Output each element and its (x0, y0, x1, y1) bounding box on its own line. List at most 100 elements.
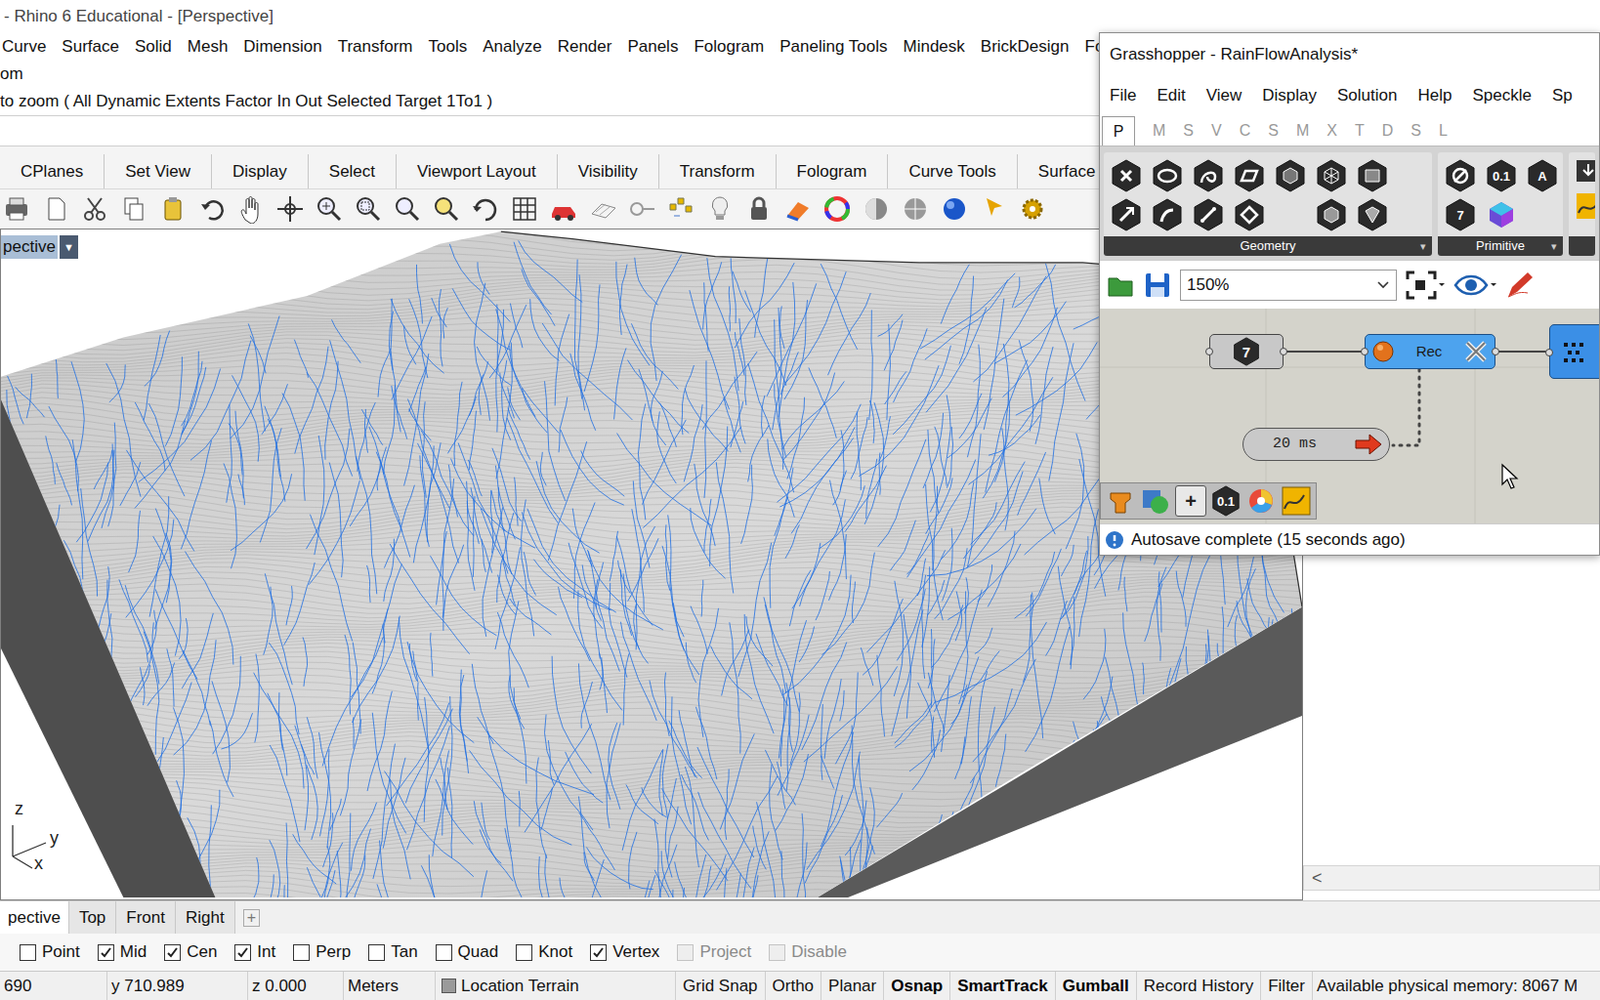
toolbar-tab[interactable]: Set View (104, 154, 212, 189)
output-port[interactable] (1279, 347, 1288, 356)
hand-icon[interactable] (236, 194, 266, 224)
gh-tab[interactable]: P (1101, 116, 1136, 146)
zoom-value[interactable]: 150% (1186, 272, 1229, 298)
circle-icon[interactable] (1150, 159, 1184, 193)
osnap-option[interactable]: Vertex (589, 939, 660, 966)
horizontal-scrollbar[interactable]: < (1303, 865, 1600, 891)
input-port[interactable] (1205, 347, 1214, 356)
gh-tab[interactable]: S (1410, 116, 1422, 146)
gh-tab[interactable]: S (1267, 116, 1279, 146)
timer-node[interactable]: 20 ms (1242, 427, 1390, 462)
paste-icon[interactable] (158, 194, 188, 224)
scissors-icon[interactable] (80, 194, 110, 224)
clear-x-icon[interactable] (1463, 338, 1489, 365)
gh-menu-item[interactable]: View (1206, 83, 1243, 109)
light-icon[interactable] (705, 194, 735, 224)
viewport-tab[interactable]: Top (69, 901, 117, 934)
menu-item[interactable]: Analyze (482, 34, 542, 60)
menu-item[interactable]: Panels (627, 34, 678, 60)
gh-menu-item[interactable]: Solution (1337, 83, 1397, 109)
layer-cell[interactable]: Location Terrain (435, 971, 676, 1000)
curve-icon[interactable] (1191, 159, 1225, 193)
timer-interval[interactable]: 20 ms (1272, 433, 1317, 457)
scroll-left-button[interactable]: < (1304, 869, 1331, 887)
menu-item[interactable]: BrickDesign (980, 34, 1070, 60)
graph-icon[interactable] (1280, 485, 1312, 517)
toolbar-tab[interactable]: Viewport Layout (396, 154, 558, 189)
osnap-option[interactable]: Perp (293, 939, 351, 966)
menu-item[interactable]: Tools (427, 34, 467, 60)
vector-icon[interactable] (1109, 198, 1143, 232)
arc-curve-icon[interactable] (1150, 198, 1184, 232)
gh-tab[interactable]: S (1182, 116, 1194, 146)
cone-icon[interactable] (1355, 198, 1390, 232)
blue-sphere-icon[interactable] (939, 194, 969, 224)
box-icon[interactable] (1273, 159, 1307, 193)
layer-name[interactable]: Location Terrain (461, 973, 580, 1000)
osnap-option[interactable]: Knot (515, 939, 573, 966)
gh-menu-item[interactable]: File (1109, 83, 1137, 109)
gh-tab[interactable]: V (1211, 116, 1222, 146)
color-wheel-icon[interactable] (822, 194, 852, 224)
menu-item[interactable]: Fologram (693, 34, 764, 60)
toolbar-tab[interactable]: Display (211, 154, 309, 189)
osnap-checkbox[interactable] (97, 944, 115, 962)
brep-icon[interactable] (1355, 159, 1390, 193)
gh-menu-item[interactable]: Edit (1156, 83, 1185, 109)
gh-menu-item[interactable]: Help (1417, 83, 1452, 109)
status-toggle[interactable]: SmartTrack (950, 971, 1056, 1000)
status-toggle[interactable]: Ortho (765, 971, 823, 1000)
colour-wheel-icon[interactable] (1245, 485, 1277, 517)
save-icon[interactable] (1142, 270, 1173, 300)
canvas-widget-button[interactable]: 0.1 (1210, 485, 1242, 517)
number-slider-node[interactable]: 7 (1209, 334, 1284, 370)
menu-item[interactable]: Mesh (187, 34, 229, 60)
preview-mesh-icon[interactable] (1139, 485, 1172, 517)
data-recorder-node[interactable] (1549, 324, 1600, 379)
osnap-checkbox[interactable] (293, 944, 310, 962)
status-toggle[interactable]: Planar (821, 971, 885, 1000)
layers-icon[interactable] (666, 194, 696, 224)
osnap-checkbox[interactable] (368, 944, 385, 962)
input-port[interactable] (1545, 348, 1554, 357)
number-value[interactable]: 7 (1242, 344, 1251, 360)
toolbar-tab[interactable]: Fologram (776, 154, 889, 189)
toolbar-tab[interactable]: Transform (659, 154, 777, 189)
render-sphere-icon[interactable] (900, 194, 930, 224)
gear-icon[interactable] (1017, 194, 1048, 224)
page-icon[interactable] (41, 194, 71, 224)
panel-expander[interactable]: ▾ (1551, 238, 1558, 255)
zoom-extents-icon[interactable] (1404, 269, 1446, 301)
lock-icon[interactable] (744, 194, 774, 224)
gh-menu-item[interactable]: Display (1262, 83, 1317, 109)
viewport-tab[interactable]: pective (0, 901, 70, 934)
primitive-panel-label[interactable]: Primitive▾ (1437, 236, 1563, 256)
menu-item[interactable]: Curve (1, 34, 46, 60)
osnap-checkbox[interactable] (589, 944, 607, 962)
shaded-sphere-icon[interactable] (861, 194, 891, 224)
preview-eye-icon[interactable] (1453, 269, 1497, 301)
rotate-icon[interactable] (275, 194, 305, 224)
gh-tab[interactable]: M (1152, 116, 1166, 146)
download-icon[interactable] (1574, 156, 1596, 186)
toolbar-tab[interactable]: Curve Tools (887, 154, 1017, 189)
input-port[interactable] (1360, 347, 1369, 356)
osnap-checkbox[interactable] (234, 944, 252, 962)
record-button-node[interactable]: Rec (1364, 334, 1496, 370)
zoom-selected-icon[interactable] (431, 194, 462, 224)
copy-icon[interactable] (119, 194, 149, 224)
viewport-label[interactable]: pective▼ (0, 235, 79, 259)
geometry-pipeline-icon[interactable] (1314, 198, 1348, 232)
gh-tab[interactable]: L (1438, 116, 1448, 146)
add-tab-button[interactable]: + (243, 909, 260, 927)
osnap-checkbox[interactable] (19, 944, 37, 962)
primitive-param-icon[interactable]: 0.1 (1484, 159, 1518, 193)
sketch-pen-icon[interactable] (1504, 269, 1536, 301)
twisted-box-icon[interactable] (1232, 198, 1266, 232)
menu-item[interactable]: Dimension (243, 34, 322, 60)
viewport-name[interactable]: pective (0, 235, 58, 259)
boolean-icon[interactable] (1443, 159, 1477, 193)
osnap-checkbox[interactable] (435, 944, 453, 962)
gh-tab[interactable]: T (1354, 116, 1365, 146)
gh-tab[interactable]: D (1382, 116, 1394, 146)
